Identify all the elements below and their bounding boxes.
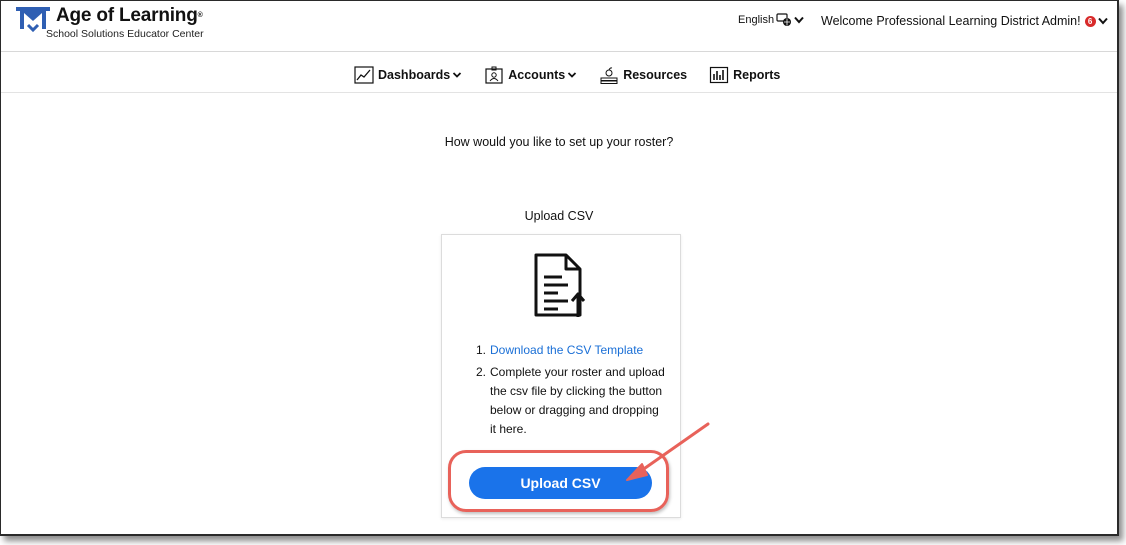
brand-logo[interactable]: Age of Learning® School Solutions Educat… xyxy=(14,5,204,40)
welcome-text: Welcome Professional Learning District A… xyxy=(821,14,1081,28)
nav-item-accounts[interactable]: Accounts xyxy=(484,66,577,84)
nav-label: Accounts xyxy=(508,68,566,82)
language-label: English xyxy=(738,14,775,26)
nav-item-reports[interactable]: Reports xyxy=(709,66,780,84)
books-icon xyxy=(600,67,618,84)
document-upload-icon xyxy=(534,253,586,317)
nav-item-resources[interactable]: Resources xyxy=(599,66,687,84)
upload-instructions: 1. Download the CSV Template 2. Complete… xyxy=(476,341,666,442)
chevron-down-icon xyxy=(1097,17,1108,25)
bar-chart-icon xyxy=(710,66,729,84)
top-header: Age of Learning® School Solutions Educat… xyxy=(1,1,1117,52)
nav-label: Resources xyxy=(623,68,688,82)
list-item: 1. Download the CSV Template xyxy=(476,341,666,360)
nav-item-dashboards[interactable]: Dashboards xyxy=(354,66,462,84)
roster-question: How would you like to set up your roster… xyxy=(444,135,674,149)
upload-csv-button[interactable]: Upload CSV xyxy=(469,467,652,499)
list-item: 2. Complete your roster and upload the c… xyxy=(476,363,666,439)
nav-label: Reports xyxy=(733,68,781,82)
chevron-down-icon xyxy=(453,72,462,78)
upload-option-heading: Upload CSV xyxy=(524,209,594,223)
id-card-icon xyxy=(485,66,503,84)
logo-subtitle: School Solutions Educator Center xyxy=(46,28,204,40)
user-menu[interactable]: Welcome Professional Learning District A… xyxy=(821,14,1108,28)
chevron-down-icon xyxy=(568,72,577,78)
notification-badge: 6 xyxy=(1084,15,1096,27)
main-nav: Dashboards Accounts Resources Reports xyxy=(1,52,1117,93)
globe-speech-icon xyxy=(776,13,792,26)
chevron-down-icon xyxy=(794,16,804,24)
step-text: Complete your roster and upload the csv … xyxy=(490,365,665,436)
language-selector[interactable]: English xyxy=(738,13,804,27)
line-chart-icon xyxy=(354,66,374,84)
download-template-link[interactable]: Download the CSV Template xyxy=(490,341,643,360)
app-window: Age of Learning® School Solutions Educat… xyxy=(0,0,1119,536)
logo-title: Age of Learning® xyxy=(56,5,203,26)
nav-label: Dashboards xyxy=(378,68,451,82)
